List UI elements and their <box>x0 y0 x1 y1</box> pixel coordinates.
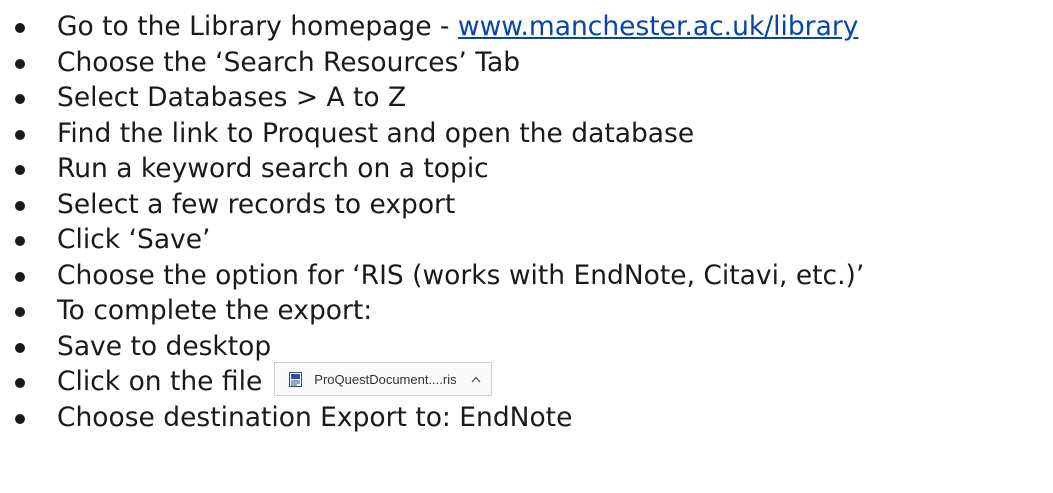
step-complete-export: To complete the export: <box>0 294 1053 330</box>
step-databases-a-to-z: Select Databases > A to Z <box>0 81 1053 117</box>
step-save-desktop: Save to desktop <box>0 330 1053 366</box>
library-homepage-link[interactable]: www.manchester.ac.uk/library <box>458 11 858 42</box>
step-text: Go to the Library homepage - <box>57 11 458 42</box>
bullet-icon <box>15 200 25 211</box>
step-text: Choose the option for ‘RIS (works with E… <box>57 259 865 291</box>
step-search-resources-tab: Choose the ‘Search Resources’ Tab <box>0 46 1053 82</box>
bullet-icon <box>15 342 25 353</box>
bullet-icon <box>15 94 25 104</box>
step-text: Save to desktop <box>57 330 272 362</box>
step-click-save: Click ‘Save’ <box>0 223 1053 259</box>
chevron-up-icon[interactable] <box>471 376 481 383</box>
step-select-records: Select a few records to export <box>0 188 1053 224</box>
step-text: Run a keyword search on a topic <box>57 153 489 184</box>
step-text: Find the link to Proquest and open the d… <box>57 117 695 149</box>
file-name: ProQuestDocument....ris <box>314 371 457 387</box>
bullet-icon <box>15 129 25 140</box>
bullet-icon <box>15 413 25 424</box>
instruction-list: Go to the Library homepage - www.manches… <box>0 10 1053 436</box>
step-text: Select a few records to export <box>57 188 456 220</box>
bullet-icon <box>15 271 25 282</box>
bullet-icon <box>15 165 25 175</box>
step-text: Select Databases > A to Z <box>57 82 407 113</box>
step-homepage: Go to the Library homepage - www.manches… <box>0 10 1053 46</box>
step-keyword-search: Run a keyword search on a topic <box>0 152 1053 188</box>
bullet-icon <box>15 236 25 246</box>
bullet-icon <box>15 378 25 388</box>
step-text: Choose the ‘Search Resources’ Tab <box>57 46 521 78</box>
step-text: Click on the file <box>57 366 263 397</box>
step-text: Click ‘Save’ <box>57 224 211 255</box>
bullet-icon <box>15 307 25 317</box>
step-text: To complete the export: <box>57 295 373 326</box>
document-icon <box>289 371 303 387</box>
step-text: Choose destination Export to: EndNote <box>57 401 573 433</box>
bullet-icon <box>15 58 25 69</box>
download-file-chip[interactable]: ProQuestDocument....ris <box>274 362 492 396</box>
step-choose-ris: Choose the option for ‘RIS (works with E… <box>0 259 1053 295</box>
step-open-proquest: Find the link to Proquest and open the d… <box>0 117 1053 153</box>
step-click-file: Click on the file ProQuestDocument....ri… <box>0 362 1053 401</box>
step-export-endnote: Choose destination Export to: EndNote <box>0 401 1053 437</box>
bullet-icon <box>15 23 25 33</box>
